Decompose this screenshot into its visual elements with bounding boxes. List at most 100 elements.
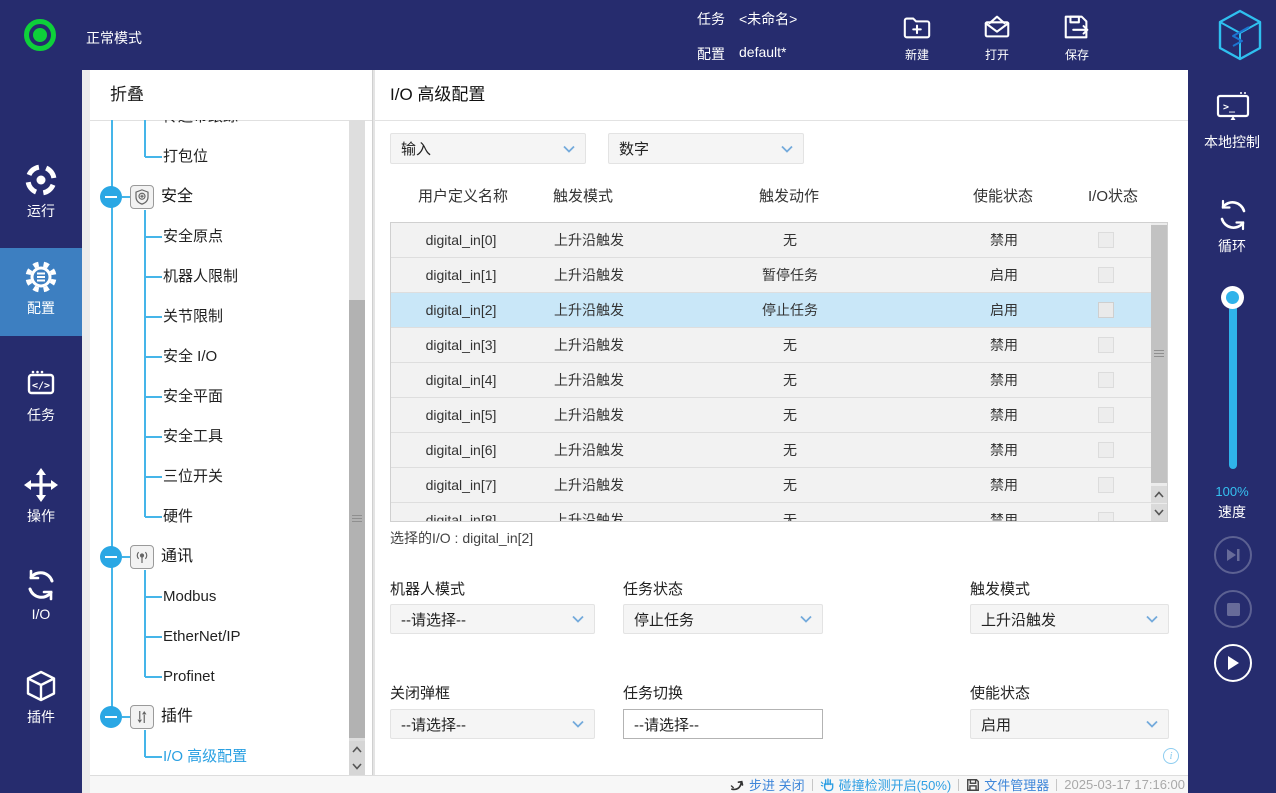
save-icon: [1045, 12, 1109, 42]
tree-item-joint-limits[interactable]: 关节限制: [163, 307, 223, 327]
enable-state-select[interactable]: 启用: [970, 709, 1169, 739]
tree-item-hardware[interactable]: 硬件: [163, 507, 193, 527]
save-button[interactable]: 保存: [1045, 12, 1109, 63]
tree-tick: [145, 356, 162, 358]
tree-collapse-toggle-plugin[interactable]: [100, 706, 122, 728]
left-nav: 运行 配置 </> 任务: [0, 70, 82, 793]
tree-item-profinet[interactable]: Profinet: [163, 667, 215, 687]
robot-mode-select[interactable]: --请选择--: [390, 604, 595, 634]
io-state-checkbox[interactable]: [1098, 232, 1114, 248]
tree-item-modbus[interactable]: Modbus: [163, 587, 216, 607]
table-row[interactable]: digital_in[4]上升沿触发无禁用: [391, 363, 1167, 398]
speed-slider-track[interactable]: [1229, 297, 1237, 469]
io-state-checkbox[interactable]: [1098, 267, 1114, 283]
io-state-checkbox[interactable]: [1098, 512, 1114, 522]
nav-item-plugin[interactable]: 插件: [0, 668, 82, 727]
io-state-checkbox[interactable]: [1098, 407, 1114, 423]
local-control-icon[interactable]: >_: [1215, 90, 1251, 124]
nav-item-run[interactable]: 运行: [0, 162, 82, 221]
io-state-checkbox[interactable]: [1098, 302, 1114, 318]
tree-group-communication[interactable]: 通讯: [161, 547, 193, 567]
nav-operate-label: 操作: [0, 506, 82, 526]
brand-logo-icon: [1216, 8, 1264, 62]
table-row-selected[interactable]: digital_in[2]上升沿触发停止任务启用: [391, 293, 1167, 328]
io-state-checkbox[interactable]: [1098, 372, 1114, 388]
tree-collapse-button[interactable]: 折叠: [90, 70, 372, 121]
file-manager-disk-icon: [966, 778, 980, 792]
table-row[interactable]: digital_in[1]上升沿触发暂停任务启用: [391, 258, 1167, 293]
tree-collapse-toggle-safety[interactable]: [100, 186, 122, 208]
tree-item-pack-position[interactable]: 打包位: [163, 147, 208, 167]
table-scrollbar-thumb[interactable]: [1151, 225, 1167, 483]
tree-item-safety-plane[interactable]: 安全平面: [163, 387, 223, 407]
table-scrollbar[interactable]: [1151, 223, 1167, 521]
tree-scrollbar[interactable]: [349, 120, 365, 775]
nav-item-operate[interactable]: 操作: [0, 467, 82, 526]
config-value: default*: [739, 44, 786, 64]
plugin-cube-icon: [0, 668, 82, 704]
chevron-down-icon: [563, 145, 575, 153]
table-scroll-down-button[interactable]: [1151, 504, 1167, 521]
config-tree-panel: 折叠 传送带跟踪 打包位: [90, 70, 373, 775]
tree-group-plugin[interactable]: 插件: [161, 707, 193, 727]
signal-type-select[interactable]: 数字: [608, 133, 804, 164]
tree-tick: [145, 516, 162, 518]
stop-button[interactable]: [1214, 590, 1252, 628]
tree-scroll-up-button[interactable]: [349, 741, 365, 758]
tree-item-safety-tool[interactable]: 安全工具: [163, 427, 223, 447]
nav-item-task[interactable]: </> 任务: [0, 366, 82, 425]
io-state-checkbox[interactable]: [1098, 337, 1114, 353]
local-control-label: 本地控制: [1188, 132, 1276, 152]
step-mode-status[interactable]: 步进 关闭: [730, 775, 805, 793]
table-row[interactable]: digital_in[7]上升沿触发无禁用: [391, 468, 1167, 503]
tree-scroll-down-button[interactable]: [349, 758, 365, 775]
nav-item-config[interactable]: 配置: [0, 259, 82, 318]
close-popup-label: 关闭弹框: [390, 686, 450, 702]
table-row[interactable]: digital_in[5]上升沿触发无禁用: [391, 398, 1167, 433]
task-state-label: 任务状态: [623, 582, 683, 598]
collision-detection-status[interactable]: 碰撞检测开启(50%): [820, 775, 952, 793]
table-row[interactable]: digital_in[6]上升沿触发无禁用: [391, 433, 1167, 468]
io-direction-select[interactable]: 输入: [390, 133, 586, 164]
column-header-io-state: I/O状态: [1078, 189, 1148, 205]
tree-item-ethernet-ip[interactable]: EtherNet/IP: [163, 627, 241, 647]
task-state-select[interactable]: 停止任务: [623, 604, 823, 634]
loop-icon[interactable]: [1214, 196, 1252, 234]
table-row[interactable]: digital_in[8]上升沿触发无禁用: [391, 503, 1167, 522]
tree-branch-line: [144, 570, 146, 677]
file-manager-text: 文件管理器: [984, 775, 1049, 793]
tree-collapse-toggle-comm[interactable]: [100, 546, 122, 568]
play-button[interactable]: [1214, 644, 1252, 682]
tree-item-conveyor-tracking[interactable]: 传送带跟踪: [163, 120, 238, 127]
application-window: 正常模式 任务 <未命名> 配置 default* 新建: [0, 0, 1276, 793]
chevron-down-icon: [1146, 615, 1158, 623]
open-button[interactable]: 打开: [965, 12, 1029, 63]
tree-trunk-line: [111, 120, 113, 717]
info-icon[interactable]: i: [1163, 748, 1179, 764]
top-bar: 正常模式 任务 <未命名> 配置 default* 新建: [0, 0, 1276, 70]
table-row[interactable]: digital_in[3]上升沿触发无禁用: [391, 328, 1167, 363]
tree-item-io-advanced-config[interactable]: I/O 高级配置: [163, 747, 247, 767]
tree-tick: [145, 156, 162, 158]
io-state-checkbox[interactable]: [1098, 442, 1114, 458]
tree-item-robot-limits[interactable]: 机器人限制: [163, 267, 238, 287]
sliders-icon: [130, 705, 154, 729]
close-popup-select[interactable]: --请选择--: [390, 709, 595, 739]
tree-tick: [145, 476, 162, 478]
table-scroll-up-button[interactable]: [1151, 486, 1167, 503]
table-row[interactable]: digital_in[0]上升沿触发无禁用: [391, 223, 1167, 258]
tree-item-safety-io[interactable]: 安全 I/O: [163, 347, 217, 367]
tree-scrollbar-thumb[interactable]: [349, 300, 365, 738]
file-manager-link[interactable]: 文件管理器: [966, 775, 1049, 793]
tree-item-safety-origin[interactable]: 安全原点: [163, 227, 223, 247]
task-switch-field[interactable]: --请选择--: [623, 709, 823, 739]
trigger-mode-select[interactable]: 上升沿触发: [970, 604, 1169, 634]
new-button[interactable]: 新建: [885, 12, 949, 63]
nav-item-io[interactable]: I/O: [0, 567, 82, 622]
tree-group-safety[interactable]: 安全: [161, 187, 193, 207]
tree-item-three-position-switch[interactable]: 三位开关: [163, 467, 223, 487]
speed-slider-knob[interactable]: [1221, 286, 1244, 309]
step-forward-button[interactable]: [1214, 536, 1252, 574]
io-state-checkbox[interactable]: [1098, 477, 1114, 493]
task-label: 任务: [697, 9, 725, 29]
